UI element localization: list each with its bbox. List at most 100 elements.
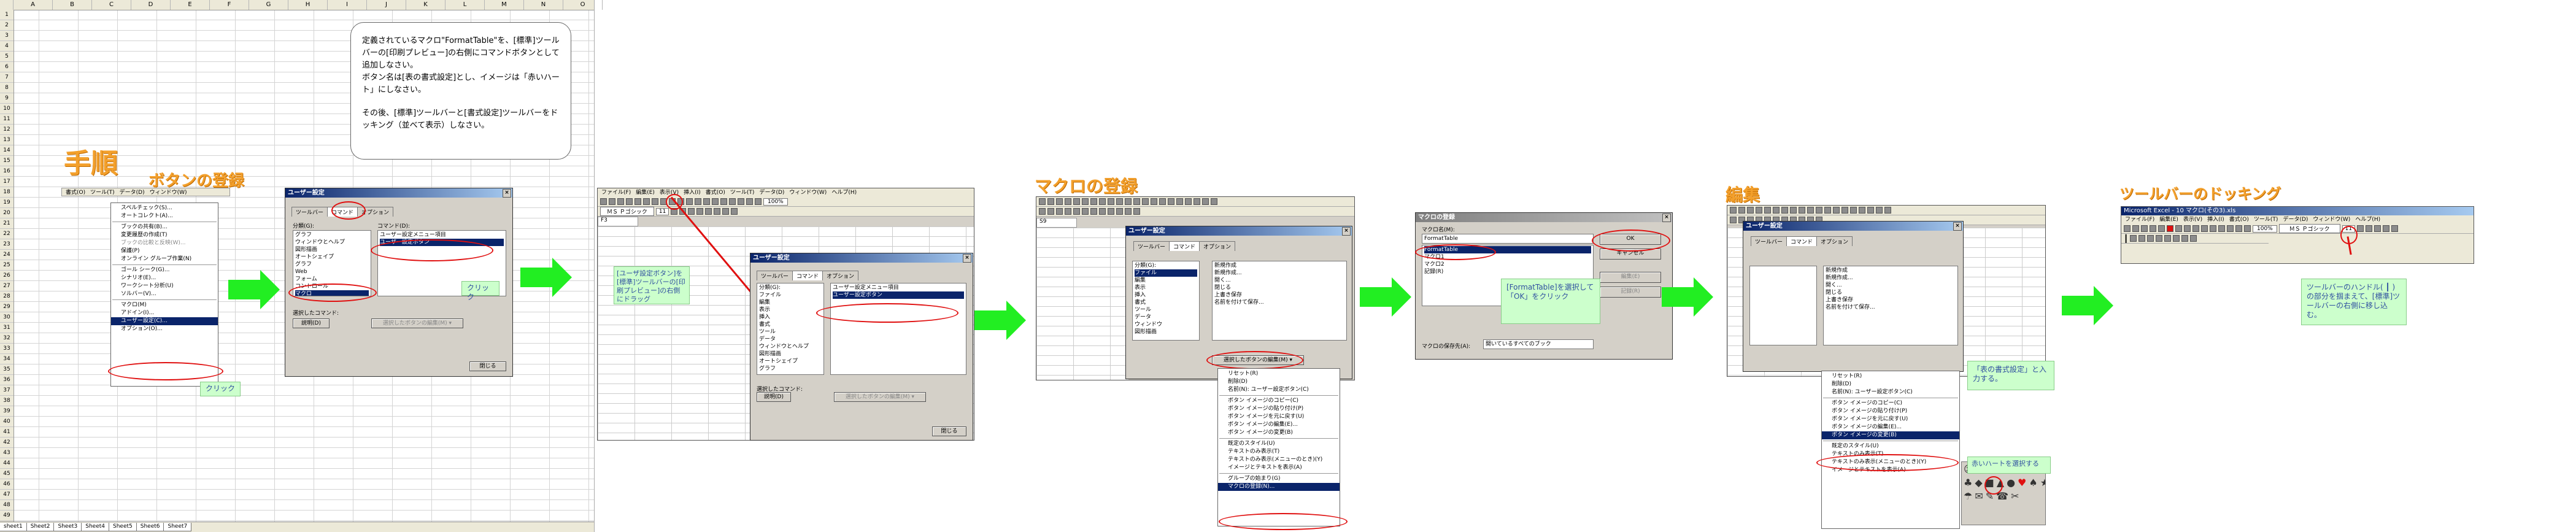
description-button[interactable]: 説明(D) [757, 392, 791, 402]
menu-format[interactable]: 書式(O) [66, 190, 85, 196]
tools-context-menu[interactable]: スペルチェック(S)... オートコレクト(A)... ブックの共有(B)...… [110, 202, 218, 387]
row-header[interactable]: 18 [0, 187, 13, 198]
row-header[interactable]: 27 [0, 281, 13, 291]
zoom-box[interactable]: 100% [763, 198, 788, 206]
row-header[interactable]: 33 [0, 344, 13, 354]
menu-item-audit[interactable]: ワークシート分析(U) [111, 282, 218, 290]
column-header[interactable]: G [249, 0, 288, 10]
column-header[interactable]: M [485, 0, 524, 10]
row-header[interactable]: 9 [0, 93, 13, 104]
row-header[interactable]: 37 [0, 385, 13, 396]
row-header[interactable]: 20 [0, 208, 13, 218]
menu-item-assign-macro[interactable]: マクロの登録(N)... [1218, 483, 1340, 491]
sheet-tab[interactable]: sheet1 [0, 523, 27, 531]
row-header[interactable]: 48 [0, 500, 13, 511]
menu-data[interactable]: データ(D) [120, 190, 145, 196]
tab-toolbars[interactable]: ツールバー [291, 207, 328, 217]
row-header[interactable]: 39 [0, 406, 13, 417]
close-icon[interactable]: × [1953, 222, 1962, 231]
row-header[interactable]: 41 [0, 427, 13, 438]
row-header[interactable]: 35 [0, 364, 13, 375]
row-header[interactable]: 34 [0, 354, 13, 364]
modify-selection-menu-3[interactable]: リセット(R) 削除(D) 名前(N): ユーザー設定ボタン(C) ボタン イメージの… [1217, 368, 1340, 526]
panel3-grid[interactable] [1036, 228, 1128, 380]
category-list[interactable]: 分類(G): ファイル 編集 表示 挿入 書式 ツール データ ウィンドウとヘルプ 図形描画 オート… [757, 283, 824, 375]
menu-item-macro[interactable]: マクロ(M) [111, 301, 218, 309]
row-header[interactable]: 4 [0, 41, 13, 52]
menu-item-share[interactable]: ブックの共有(B)... [111, 223, 218, 231]
menu-item-customize[interactable]: ユーザー設定(C)... [111, 317, 218, 325]
menu-item-goalseek[interactable]: ゴール シーク(G)... [111, 266, 218, 274]
column-header[interactable]: B [53, 0, 92, 10]
column-header[interactable]: D [131, 0, 171, 10]
toolbar-handle-icon[interactable]: ┃ [2124, 234, 2128, 243]
row-header[interactable]: 23 [0, 239, 13, 250]
modify-selection-button[interactable]: 選択したボタンの編集(M) ▾ [371, 318, 463, 328]
row-header[interactable]: 12 [0, 125, 13, 135]
row-header[interactable]: 46 [0, 479, 13, 490]
close-icon[interactable]: × [1342, 227, 1351, 236]
row-header[interactable]: 21 [0, 218, 13, 229]
font-box[interactable]: ＭＳ Ｐゴシック [600, 207, 654, 216]
row-header[interactable]: 24 [0, 250, 13, 260]
sheet-tab[interactable]: Sheet3 [53, 523, 82, 531]
row-header[interactable]: 31 [0, 323, 13, 333]
column-header[interactable]: N [524, 0, 563, 10]
sheet-tab[interactable]: Sheet2 [26, 523, 55, 531]
column-header[interactable]: C [92, 0, 131, 10]
column-header[interactable]: J [367, 0, 406, 10]
column-header[interactable]: I [328, 0, 367, 10]
standard-toolbar[interactable]: 100% ＭＳ Ｐゴシック 11 [2121, 224, 2474, 234]
close-icon[interactable]: × [1662, 214, 1671, 222]
row-header[interactable]: 15 [0, 156, 13, 166]
row-header[interactable]: 16 [0, 166, 13, 177]
row-header[interactable]: 40 [0, 417, 13, 427]
dialog-tabs[interactable]: ツールバー コマンド オプション [1133, 241, 1236, 251]
dialog-tabs[interactable]: ツールバー コマンド オプション [1751, 236, 1853, 246]
row-header[interactable]: 8 [0, 83, 13, 93]
column-header[interactable]: L [445, 0, 485, 10]
row-header[interactable]: 30 [0, 312, 13, 323]
formatting-toolbar[interactable]: ＭＳ Ｐゴシック 11 [598, 207, 974, 217]
edit-button[interactable]: 編集(E) [1600, 272, 1661, 283]
modify-selection-button[interactable]: 選択したボタンの編集(M) ▾ [834, 392, 926, 402]
row-header[interactable]: 28 [0, 291, 13, 302]
formatting-toolbar[interactable] [1036, 207, 1354, 217]
fontsize-box[interactable]: 11 [655, 207, 669, 215]
category-list[interactable]: 分類(G): ファイル 編集 表示 挿入 書式 ツール データ ウィンドウ 図形描画 [1132, 261, 1200, 341]
row-header[interactable]: 26 [0, 271, 13, 281]
row-header[interactable]: 45 [0, 469, 13, 479]
column-header[interactable]: O [563, 0, 603, 10]
menu-item-autocorrect[interactable]: オートコレクト(A)... [111, 212, 218, 220]
name-box[interactable]: F3 [598, 217, 638, 226]
row-header[interactable]: 10 [0, 104, 13, 114]
row-header[interactable]: 22 [0, 229, 13, 239]
row-header[interactable]: 3 [0, 31, 13, 41]
menu-item-addin[interactable]: アドイン(I)... [111, 309, 218, 317]
menu-item-track[interactable]: 変更履歴の作成(T) [111, 231, 218, 239]
column-header[interactable]: F [210, 0, 249, 10]
modify-selection-menu-5[interactable]: リセット(R) 削除(D) 名前(N): ユーザー設定ボタン(C) ボタン イメージの… [1821, 371, 1960, 529]
row-header[interactable]: 42 [0, 438, 13, 448]
row-header[interactable]: 43 [0, 448, 13, 458]
row-header[interactable]: 19 [0, 198, 13, 208]
command-list[interactable]: 新規作成 新規作成... 開く... 閉じる 上書き保存 名前を付けて保存... [1212, 261, 1347, 341]
row-header[interactable]: 6 [0, 62, 13, 72]
store-select[interactable]: 開いているすべてのブック [1483, 339, 1594, 349]
command-list[interactable]: ユーザー設定メニュー項目 ユーザー設定ボタン [830, 283, 966, 375]
panel6-menubar[interactable]: ファイル(F) 編集(E) 表示(V) 挿入(I) 書式(O) ツール(T) データ(D) ウ… [2121, 215, 2474, 224]
row-header[interactable]: 5 [0, 52, 13, 62]
dialog-tabs[interactable]: ツールバー コマンド オプション [757, 271, 859, 280]
corner-cell[interactable] [0, 0, 13, 10]
row-header[interactable]: 14 [0, 145, 13, 156]
sheet-tab[interactable]: Sheet5 [108, 523, 137, 531]
column-header[interactable]: K [406, 0, 445, 10]
close-icon[interactable]: × [963, 254, 971, 263]
row-header[interactable]: 17 [0, 177, 13, 187]
menu-window[interactable]: ウィンドウ(W) [150, 190, 187, 196]
row-header[interactable]: 25 [0, 260, 13, 271]
row-header[interactable]: 47 [0, 490, 13, 500]
category-list[interactable] [1749, 266, 1817, 345]
row-header[interactable]: 38 [0, 396, 13, 406]
macro-name-field[interactable]: FormatTable [1422, 234, 1594, 244]
